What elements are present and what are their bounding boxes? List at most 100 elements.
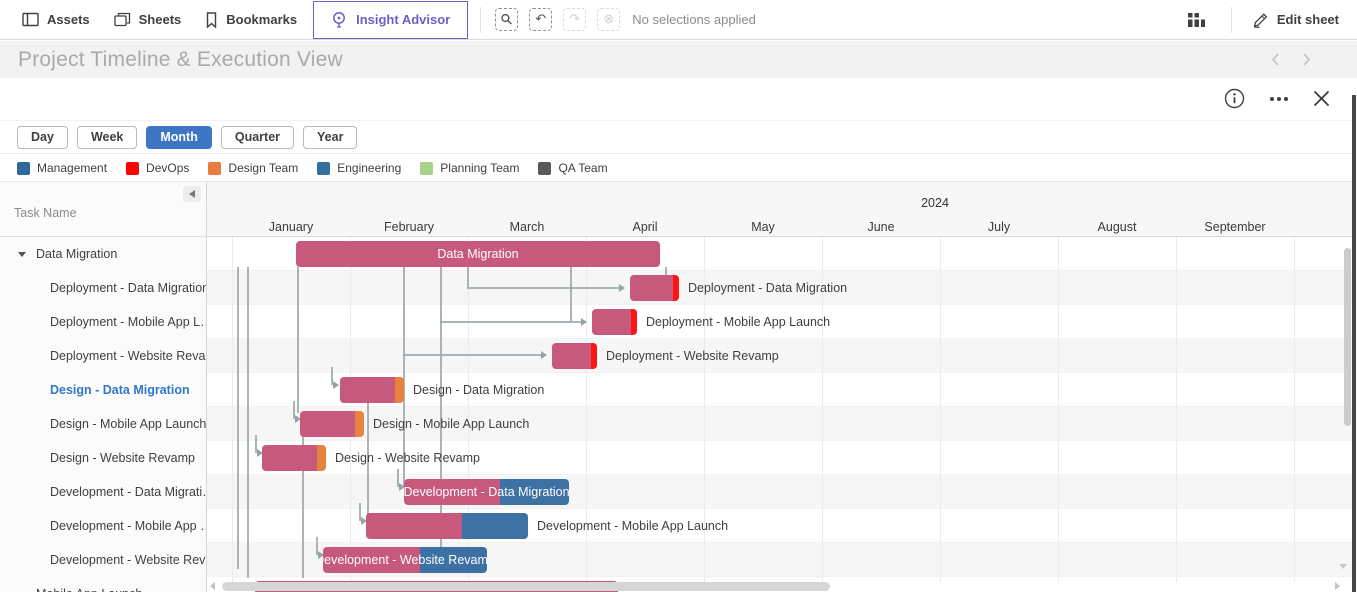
legend-item[interactable]: Planning Team	[420, 161, 519, 175]
gantt-bar[interactable]	[340, 377, 404, 403]
chevron-left-icon[interactable]	[1271, 52, 1280, 67]
connector-arrowhead-icon	[333, 381, 339, 389]
connector-line	[440, 267, 442, 554]
gantt-bar[interactable]: Development - Data Migration	[404, 479, 569, 505]
sheet-title-bar: Project Timeline & Execution View	[0, 41, 1357, 78]
connector-line	[570, 267, 572, 321]
grid-line	[350, 237, 351, 582]
task-row[interactable]: Deployment - Data Migration	[0, 271, 206, 305]
task-label: Mobile App Launch	[36, 587, 142, 592]
connector-arrowhead-icon	[541, 351, 547, 359]
bar-label: Development - Mobile App Launch	[537, 519, 728, 533]
legend-swatch	[208, 162, 221, 175]
month-label: April	[586, 220, 704, 234]
view-mode-week[interactable]: Week	[77, 126, 137, 149]
step-forward-button[interactable]: ↷	[563, 8, 586, 31]
gantt-bar[interactable]: Development - Website Revamp	[323, 547, 487, 573]
connector-arrowhead-icon	[581, 318, 587, 326]
top-toolbar: Assets Sheets Bookmarks Insight Advisor	[0, 0, 1357, 40]
gantt-bar[interactable]: Data Migration	[296, 241, 660, 267]
task-row[interactable]: Development - Data Migrati…	[0, 475, 206, 509]
task-row[interactable]: Mobile App Launch	[0, 577, 206, 592]
browser-scrollbar[interactable]	[1352, 95, 1356, 592]
bar-label: Deployment - Website Revamp	[606, 349, 779, 363]
legend-item[interactable]: DevOps	[126, 161, 189, 175]
task-row[interactable]: Development - Website Rev…	[0, 543, 206, 577]
horizontal-scrollbar-thumb[interactable]	[222, 582, 830, 591]
legend-item[interactable]: Design Team	[208, 161, 298, 175]
view-mode-month[interactable]: Month	[146, 126, 211, 149]
scroll-right-icon[interactable]	[1335, 582, 1340, 590]
sheet-overview-button[interactable]	[1170, 0, 1223, 39]
task-row[interactable]: Development - Mobile App …	[0, 509, 206, 543]
view-mode-toolbar: Day Week Month Quarter Year	[0, 120, 1352, 154]
search-icon	[500, 13, 513, 26]
view-mode-day[interactable]: Day	[17, 126, 68, 149]
legend-item[interactable]: Engineering	[317, 161, 401, 175]
chevron-right-icon[interactable]	[1302, 52, 1311, 67]
search-selections-button[interactable]	[495, 8, 518, 31]
edit-sheet-button[interactable]: Edit sheet	[1240, 0, 1357, 39]
gantt-bar[interactable]	[366, 513, 528, 539]
task-row[interactable]: Design - Data Migration	[0, 373, 206, 407]
bar-segment	[462, 513, 528, 539]
gantt-bar[interactable]	[630, 275, 679, 301]
bar-label: Design - Mobile App Launch	[373, 417, 529, 431]
task-label: Design - Data Migration	[50, 383, 190, 397]
view-mode-year[interactable]: Year	[303, 126, 357, 149]
sheets-icon	[114, 12, 131, 27]
gantt-bar[interactable]	[262, 445, 326, 471]
legend-item[interactable]: Management	[17, 161, 107, 175]
legend-item[interactable]: QA Team	[538, 161, 607, 175]
chart-row	[207, 475, 1352, 509]
more-options-icon[interactable]	[1270, 97, 1288, 101]
task-row[interactable]: Design - Mobile App Launch	[0, 407, 206, 441]
gantt-bar[interactable]	[552, 343, 597, 369]
bookmarks-button[interactable]: Bookmarks	[193, 0, 309, 39]
legend-swatch	[420, 162, 433, 175]
insight-advisor-label: Insight Advisor	[356, 12, 450, 27]
view-mode-quarter[interactable]: Quarter	[221, 126, 294, 149]
task-label: Development - Mobile App …	[50, 519, 206, 533]
scroll-left-icon[interactable]	[210, 582, 215, 590]
assets-button[interactable]: Assets	[10, 0, 102, 39]
bar-label: Design - Website Revamp	[335, 451, 480, 465]
gantt-bar[interactable]	[300, 411, 364, 437]
task-label: Design - Mobile App Launch	[50, 417, 206, 431]
bar-label: Design - Data Migration	[413, 383, 544, 397]
bar-label: Deployment - Mobile App Launch	[646, 315, 830, 329]
task-label: Data Migration	[36, 247, 117, 261]
clear-selections-button[interactable]: ⊗	[597, 8, 620, 31]
year-label: 2024	[895, 196, 975, 210]
task-name-panel: Task Name Data Migration Deployment - Dat…	[0, 182, 207, 592]
task-panel-header: Task Name	[0, 182, 206, 237]
team-legend: Management DevOps Design Team Engineering Pl…	[0, 155, 1352, 182]
gantt-bar[interactable]	[592, 309, 637, 335]
bookmark-icon	[205, 12, 218, 28]
connector-line	[467, 267, 469, 287]
selections-status: No selections applied	[632, 12, 756, 27]
month-label: August	[1058, 220, 1176, 234]
task-row[interactable]: Deployment - Mobile App L…	[0, 305, 206, 339]
bar-segment	[552, 343, 591, 369]
bookmarks-label: Bookmarks	[226, 12, 297, 27]
info-icon[interactable]	[1224, 88, 1245, 109]
collapse-panel-button[interactable]	[183, 186, 201, 202]
month-label: May	[704, 220, 822, 234]
bar-label: Development - Data Migration	[404, 479, 569, 505]
close-icon[interactable]	[1313, 90, 1330, 107]
step-back-button[interactable]: ↶	[529, 8, 552, 31]
sheet-navigation	[1271, 52, 1311, 67]
insight-advisor-button[interactable]: Insight Advisor	[313, 1, 468, 39]
task-row[interactable]: Data Migration	[0, 237, 206, 271]
vertical-scrollbar-thumb[interactable]	[1344, 248, 1351, 426]
bar-segment	[673, 275, 679, 301]
sheets-button[interactable]: Sheets	[102, 0, 194, 39]
scroll-down-icon[interactable]	[1339, 564, 1347, 569]
expand-caret-icon[interactable]	[18, 252, 26, 257]
task-row[interactable]: Design - Website Revamp	[0, 441, 206, 475]
grid-icon	[1188, 13, 1205, 27]
qlik-sense-app: Assets Sheets Bookmarks Insight Advisor	[0, 0, 1357, 592]
task-row[interactable]: Deployment - Website Reva…	[0, 339, 206, 373]
bar-label: Deployment - Data Migration	[688, 281, 847, 295]
